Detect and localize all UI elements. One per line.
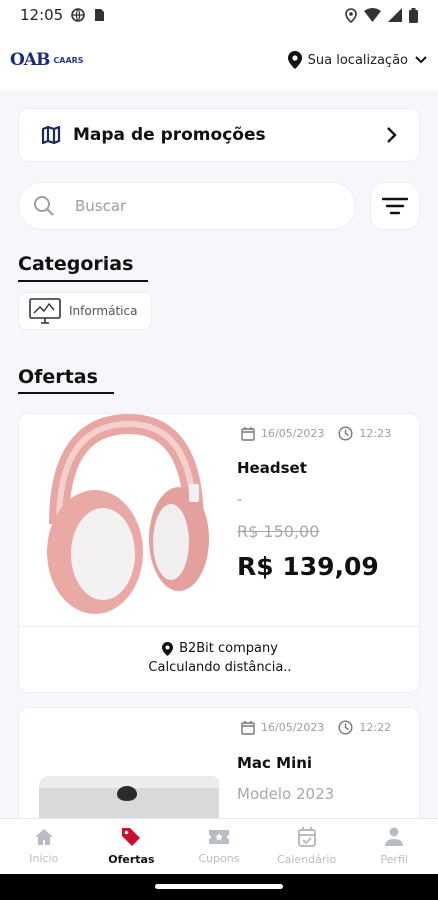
- clock-icon: [338, 720, 353, 735]
- offer-subtitle: -: [237, 490, 243, 508]
- app-header: OAB CAARS Sua localização: [0, 30, 438, 90]
- status-time: 12:05: [20, 6, 64, 24]
- home-icon: [34, 829, 53, 845]
- monitor-chart-icon: [29, 298, 61, 324]
- offer-date: 16/05/2023: [261, 721, 325, 734]
- offer-footer: B2Bit company Calculando distância..: [19, 626, 421, 692]
- calendar-icon: [241, 720, 255, 735]
- nav-item-cupons[interactable]: Cupons: [175, 819, 263, 874]
- filter-button[interactable]: [370, 182, 420, 230]
- nav-item-inicio[interactable]: Início: [0, 819, 88, 874]
- sim-card-icon: [95, 9, 105, 21]
- chevron-right-icon: [387, 127, 397, 143]
- headset-image: [29, 413, 219, 624]
- offer-title: Headset: [237, 459, 307, 477]
- offer-old-price: R$ 150,00: [237, 522, 320, 541]
- search-input[interactable]: Buscar: [18, 182, 356, 230]
- offer-time: 12:22: [359, 721, 392, 734]
- nav-item-perfil[interactable]: Perfil: [350, 819, 438, 874]
- filter-icon: [382, 197, 408, 215]
- category-chip-informatica[interactable]: Informática: [18, 292, 152, 330]
- offer-subtitle: Modelo 2023: [237, 785, 335, 803]
- promo-map-button[interactable]: Mapa de promoções: [18, 108, 420, 162]
- battery-icon: [409, 7, 418, 23]
- location-status-icon: [345, 7, 357, 23]
- offers-title: Ofertas: [18, 366, 98, 388]
- wifi-icon: [364, 8, 381, 22]
- offer-date: 16/05/2023: [261, 427, 325, 440]
- home-gesture-pill[interactable]: [155, 884, 283, 889]
- calendar-icon: [241, 426, 255, 441]
- offer-card-headset[interactable]: 16/05/2023 12:23 Headset - R$ 150,00 R$ …: [18, 413, 421, 693]
- offers-underline: [18, 392, 114, 394]
- chevron-down-icon: [415, 56, 427, 64]
- offer-distance: Calculando distância..: [148, 660, 292, 675]
- offer-store-name: B2Bit company: [179, 641, 278, 656]
- signal-icon: [388, 8, 402, 22]
- person-icon: [385, 827, 404, 846]
- nav-item-calendario[interactable]: Calendário: [263, 819, 351, 874]
- nav-label: Calendário: [276, 853, 337, 866]
- offer-price: R$ 139,09: [237, 552, 379, 581]
- ticket-icon: [208, 830, 229, 844]
- search-placeholder: Buscar: [75, 197, 127, 215]
- category-label: Informática: [69, 304, 138, 318]
- categories-underline: [18, 280, 148, 282]
- nav-label: Perfil: [380, 853, 408, 866]
- logo-oab-text: OAB: [10, 50, 50, 70]
- location-label: Sua localização: [307, 52, 408, 68]
- status-bar: 12:05: [0, 0, 438, 30]
- nav-label: Cupons: [198, 852, 240, 865]
- vpn-globe-icon: [71, 8, 86, 22]
- search-icon: [34, 196, 54, 216]
- system-gesture-bar: [0, 874, 438, 900]
- offer-store: B2Bit company: [19, 641, 421, 656]
- map-icon: [41, 125, 61, 145]
- categories-title: Categorias: [18, 253, 134, 275]
- nav-label: Ofertas: [108, 853, 155, 866]
- bottom-nav: Início Ofertas Cupons Calendário Perfil: [0, 818, 438, 874]
- clock-icon: [338, 426, 353, 441]
- nav-label: Início: [29, 852, 59, 865]
- logo-caars-text: CAARS: [53, 55, 84, 65]
- offer-meta: 16/05/2023 12:22: [241, 720, 391, 735]
- location-pin-icon: [287, 51, 302, 69]
- calendar-icon: [297, 827, 316, 847]
- oab-caars-logo: OAB CAARS: [10, 50, 84, 70]
- location-pin-icon: [162, 641, 174, 656]
- location-selector[interactable]: Sua localização: [287, 51, 428, 69]
- offer-time: 12:23: [359, 427, 392, 440]
- offer-meta: 16/05/2023 12:23: [241, 426, 391, 441]
- offer-title: Mac Mini: [237, 754, 313, 772]
- promo-map-label: Mapa de promoções: [73, 125, 266, 145]
- tag-icon: [122, 828, 141, 846]
- nav-item-ofertas[interactable]: Ofertas: [88, 819, 176, 874]
